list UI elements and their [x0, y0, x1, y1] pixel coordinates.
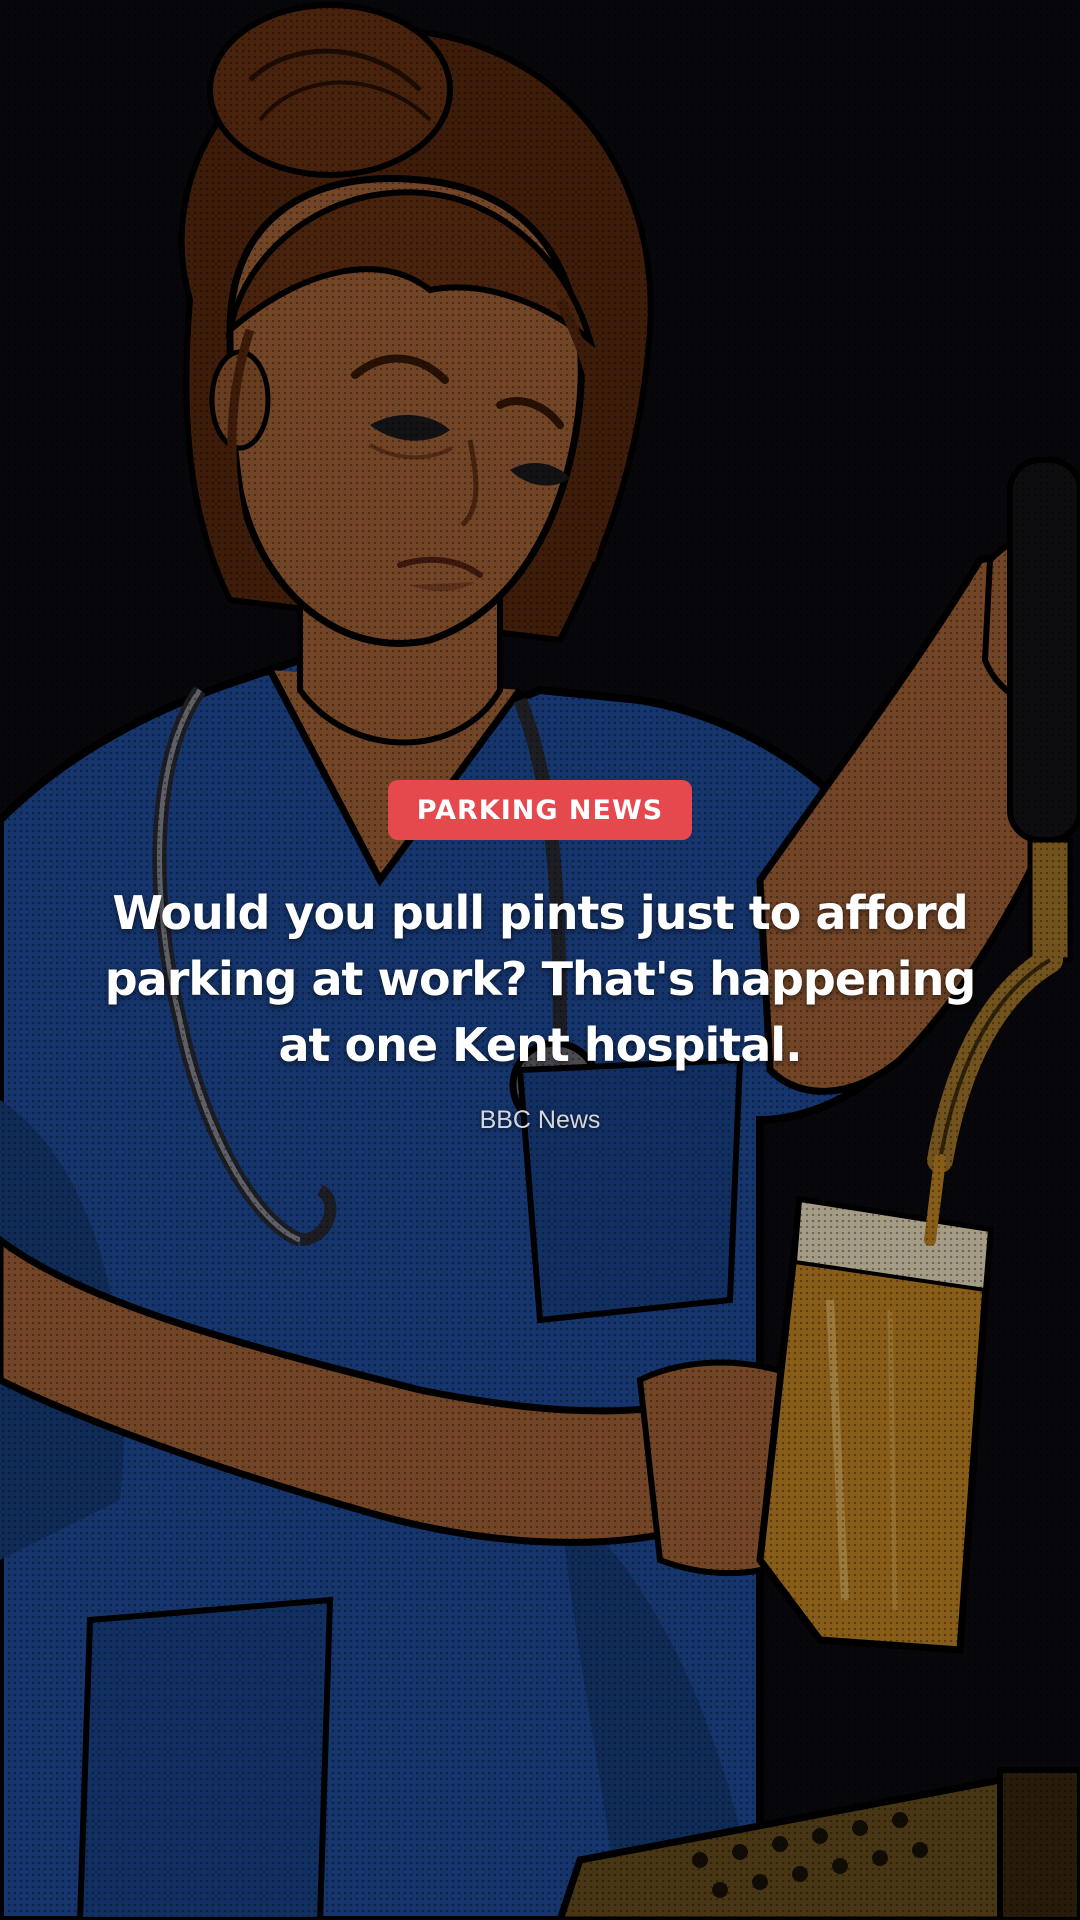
story-headline[interactable]: Would you pull pints just to afford park… [80, 880, 1000, 1078]
story-text-overlay: PARKING NEWS Would you pull pints just t… [0, 0, 1080, 1920]
source-label: BBC News [479, 1106, 601, 1134]
category-badge: PARKING NEWS [388, 780, 692, 840]
story-card: PARKING NEWS Would you pull pints just t… [0, 0, 1080, 1920]
